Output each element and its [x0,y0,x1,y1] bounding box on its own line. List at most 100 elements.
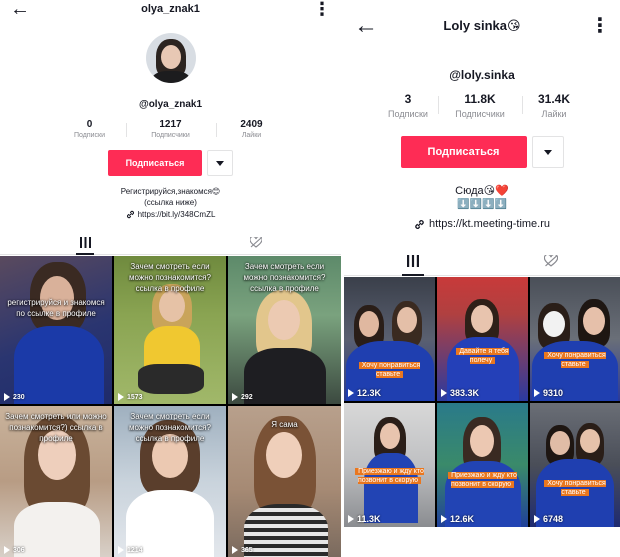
view-count: 11.3K [357,514,381,524]
profile-header: ← olya_znak1 ⋮ [0,0,341,19]
video-tile[interactable]: Зачем смотреть если можно познакомится? … [114,256,226,404]
video-tile[interactable]: Я сама 365 [228,406,341,557]
view-count: 306 [13,546,25,554]
tab-liked[interactable] [171,230,342,254]
suggested-accounts-button[interactable] [531,136,564,168]
video-tile[interactable]: Приезжаю и жду кто позвонит в скорую 12.… [437,403,528,527]
bio-link-text: https://bit.ly/348CmZL [137,210,216,219]
stat-followers[interactable]: 1217 Подписчики [125,119,216,139]
bio-link-text: https://kt.meeting-time.ru [428,218,551,230]
suggested-accounts-button[interactable] [207,150,233,176]
content-tabs [0,230,341,255]
likes-label: Лайки [241,132,262,139]
following-count: 0 [86,119,93,130]
more-options-icon[interactable]: ⋮ [313,0,331,18]
video-views: 9310 [534,388,563,398]
likes-count: 31.4K [537,92,571,106]
video-tile[interactable]: Приезжаю и жду кто позвонит в скорую 11.… [344,403,435,527]
right-profile-panel: ← Loly sinka😘 ⋮ @loly.sinka 3 Подписки 1… [344,0,620,557]
stat-following[interactable]: 3 Подписки [378,92,438,119]
video-tile[interactable]: регистрируйся и знакомся по ссылке в про… [0,256,112,404]
content-tabs [344,246,620,276]
chevron-down-icon [543,149,552,155]
back-arrow-icon[interactable]: ← [354,14,378,38]
video-views: 11.3K [348,514,381,524]
heart-hidden-icon [544,254,558,267]
following-label: Подписки [73,132,106,139]
followers-label: Подписчики [455,109,505,119]
likes-label: Лайки [541,109,567,119]
following-label: Подписки [388,109,428,119]
grid-icon [79,236,91,248]
play-icon [4,393,10,401]
profile-username: olya_znak1 [141,3,200,15]
video-tile[interactable]: Зачем смотреть или можно познакомится?) … [0,406,112,557]
video-views: 306 [4,546,25,554]
bio-link[interactable]: https://bit.ly/348CmZL [0,210,341,219]
video-views: 6748 [534,514,563,524]
grid-icon [407,254,419,267]
bio-line-1: Сюда😘❤️ [455,185,509,197]
play-icon [441,389,447,397]
left-profile-panel: ← olya_znak1 ⋮ @olya_znak1 0 Подписки 12… [0,0,341,557]
view-count: 1214 [127,546,143,554]
play-icon [534,389,540,397]
video-views: 230 [4,393,25,401]
followers-label: Подписчики [151,132,190,139]
view-count: 292 [241,393,253,401]
followers-count: 11.8K [464,92,496,106]
profile-username: Loly sinka😘 [443,18,521,33]
video-caption: Хочу понравиться ставьте [536,351,614,370]
following-count: 3 [404,92,412,106]
profile-stats: 0 Подписки 1217 Подписчики 2409 Лайки [0,119,341,139]
stat-likes: 31.4K Лайки [522,92,586,119]
video-views: 12.3K [348,388,381,398]
view-count: 12.3K [357,388,382,398]
stat-following[interactable]: 0 Подписки [54,119,126,139]
tab-videos[interactable] [0,230,171,255]
view-count: 383.3K [450,388,480,398]
video-caption: Я сама [271,420,298,429]
video-caption: Зачем смотреть если можно познакомится? … [129,262,211,293]
video-caption: Давайте я тебя полечу [443,347,522,366]
video-views: 383.3K [441,388,479,398]
video-caption: Хочу понравиться ставьте [536,479,614,498]
video-tile[interactable]: Хочу понравиться ставьте 12.3K [344,277,435,401]
video-views: 292 [232,393,253,401]
follow-button[interactable]: Подписаться [108,150,202,176]
tab-videos[interactable] [344,246,482,276]
play-icon [348,515,354,523]
video-tile[interactable]: Зачем смотреть если можно познакомится? … [114,406,226,557]
stat-followers[interactable]: 11.8K Подписчики [438,92,522,119]
follow-button[interactable]: Подписаться [400,136,527,168]
video-tile[interactable]: Хочу понравиться ставьте 6748 [530,403,620,527]
stat-likes: 2409 Лайки [215,119,288,139]
profile-bio: Регистрируйся,знакомся😊 (ссылка ниже) [0,186,341,208]
link-icon [415,219,424,229]
video-caption: Приезжаю и жду кто позвонит в скорую [350,467,429,486]
view-count: 9310 [543,388,564,398]
video-caption: Приезжаю и жду кто позвонит в скорую [443,471,522,490]
back-arrow-icon[interactable]: ← [10,0,30,19]
view-count: 12.6K [450,514,475,524]
play-icon [232,393,238,401]
video-tile[interactable]: Давайте я тебя полечу 383.3K [437,277,528,401]
avatar[interactable] [146,33,196,83]
play-icon [118,546,124,554]
bio-line-2: (ссылка ниже) [144,198,197,207]
play-icon [4,546,10,554]
profile-header: ← Loly sinka😘 ⋮ [344,12,620,40]
likes-count: 2409 [240,119,263,130]
video-views: 1214 [118,546,143,554]
video-tile[interactable]: Хочу понравиться ставьте 9310 [530,277,620,401]
video-views: 12.6K [441,514,474,524]
profile-handle: @olya_znak1 [138,99,203,110]
video-grid: регистрируйся и знакомся по ссылке в про… [0,256,341,557]
video-tile[interactable]: Зачем смотреть если можно познакомится? … [228,256,341,404]
bio-link[interactable]: https://kt.meeting-time.ru [344,218,620,230]
video-views: 1573 [118,393,143,401]
bio-line-2: ⬇️⬇️⬇️⬇️ [457,199,507,210]
tab-liked[interactable] [482,246,620,275]
more-options-icon[interactable]: ⋮ [590,16,610,36]
action-buttons: Подписаться [344,136,620,168]
